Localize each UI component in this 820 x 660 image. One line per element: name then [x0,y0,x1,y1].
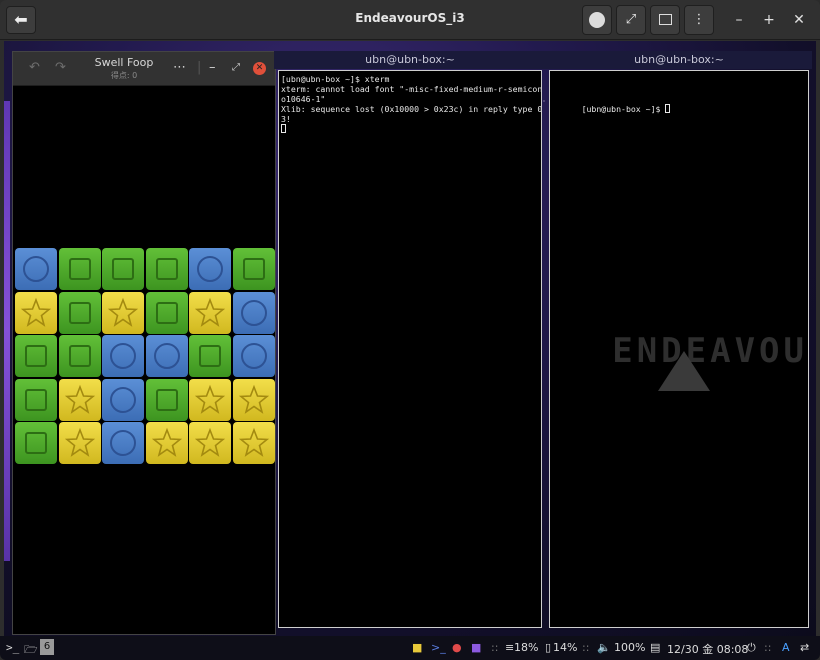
game-board[interactable] [14,248,276,468]
terminal-line: 3! [281,114,291,124]
score-label: 得点: 0 [110,71,138,80]
game-tile-green[interactable] [58,248,101,290]
minimize-button[interactable]: – [729,10,749,30]
folder-tray-icon[interactable]: ■ [471,641,481,654]
wallpaper-glow [4,101,10,561]
maximize-button[interactable]: + [759,10,779,30]
game-tile-blue[interactable] [102,335,144,377]
maximize-icon[interactable]: ⤢ [232,62,240,73]
datetime: 12/30 金 08:08 [667,643,749,656]
terminal-line: o10646-1" [281,94,326,104]
game-tile-blue[interactable] [232,335,275,377]
game-tile-yellow[interactable] [102,291,144,334]
terminal-line: Xlib: sequence lost (0x10000 > 0x23c) in… [281,104,542,114]
separator-icon: :: [491,641,499,654]
chat-icon[interactable]: ■ [412,641,422,654]
game-tile-green[interactable] [232,248,275,290]
power-icon[interactable]: ⏻ [747,641,756,655]
terminal-line: xterm: cannot load font "-misc-fixed-med… [281,84,542,94]
terminal-right[interactable]: ENDEAVOU [ubn@ubn-box ~]$ [549,70,809,628]
separator-icon: :: [764,641,772,654]
header-bar: ⬅ EndeavourOS_i3 ⤢ ⋮ – + ✕ [0,0,820,40]
terminal-left[interactable]: [ubn@ubn-box ~]$ xterm xterm: cannot load… [278,70,542,628]
workspace-indicator[interactable]: 6 [40,639,54,655]
game-tile-green[interactable] [15,422,57,464]
swell-foop-titlebar: ↶ ↷ Swell Foop 得点: 0 ⋯ | – ⤢ ✕ [13,52,275,86]
wallpaper-logo-text: ENDEAVOU [612,331,808,371]
folder-icon[interactable]: 🗁 [24,641,38,660]
record-icon [589,12,605,28]
game-tile-yellow[interactable] [189,378,231,421]
game-tile-yellow[interactable] [58,422,101,464]
game-tile-yellow[interactable] [15,291,57,334]
app-window: ⬅ EndeavourOS_i3 ⤢ ⋮ – + ✕ ↶ ↷ Swell Foo… [0,0,820,660]
swell-foop-window: ↶ ↷ Swell Foop 得点: 0 ⋯ | – ⤢ ✕ [12,51,276,635]
game-tile-green[interactable] [145,248,188,290]
close-icon[interactable]: ✕ [253,62,266,75]
input-method-indicator[interactable]: A [782,641,790,654]
game-tile-blue[interactable] [232,291,275,334]
calendar-icon: ▤ [650,641,661,654]
battery-level: 14% [553,641,578,654]
desktop: ↶ ↷ Swell Foop 得点: 0 ⋯ | – ⤢ ✕ ubn@ubn-b… [4,41,816,636]
game-tile-green[interactable] [102,248,144,290]
fullscreen-icon: ⤢ [625,12,637,27]
game-tile-blue[interactable] [102,422,144,464]
window-title: EndeavourOS_i3 [355,11,465,25]
shield-icon[interactable]: ● [452,641,462,654]
keyboard-icon [658,14,672,25]
close-button[interactable]: ✕ [789,10,809,30]
menu-icon: ⋮ [692,12,706,27]
volume-icon[interactable]: 🔈 [597,641,611,654]
swell-foop-title: Swell Foop [94,56,154,69]
game-tile-blue[interactable] [189,248,231,290]
redo-icon[interactable]: ↷ [55,60,66,75]
separator-icon: | [197,60,202,75]
battery-icon: ▯ [545,641,552,654]
game-tile-yellow[interactable] [189,422,231,464]
game-tile-green[interactable] [145,291,188,334]
status-bar: >_ 🗁 6 ■ >_ ● ■ :: ≡ 18% ▯ 14% :: 🔈 100%… [0,636,820,660]
game-tile-yellow[interactable] [145,422,188,464]
game-tile-yellow[interactable] [58,378,101,421]
separator-icon: :: [582,641,590,654]
cpu-icon: ≡ [505,641,515,654]
terminal-cursor [281,124,286,133]
terminal-line: [ubn@ubn-box ~]$ xterm [281,74,390,84]
game-tile-yellow[interactable] [232,378,275,421]
sync-icon[interactable]: ⇄ [800,641,809,654]
terminal-launcher-icon[interactable]: >_ [6,641,19,654]
back-arrow-icon: ⬅ [14,10,28,29]
undo-icon[interactable]: ↶ [29,60,40,75]
fullscreen-button[interactable]: ⤢ [616,5,646,35]
volume-level: 100% [614,641,646,654]
back-button[interactable]: ⬅ [6,6,36,34]
game-menu-icon[interactable]: ⋯ [173,60,186,75]
game-tile-yellow[interactable] [232,422,275,464]
game-tile-blue[interactable] [102,378,144,421]
menu-button[interactable]: ⋮ [684,5,714,35]
game-tile-green[interactable] [15,335,57,377]
game-tile-yellow[interactable] [189,291,231,334]
minimize-icon[interactable]: – [209,60,216,75]
terminal-tray-icon[interactable]: >_ [431,641,446,654]
game-tile-green[interactable] [189,335,231,377]
game-tile-green[interactable] [145,378,188,421]
terminal-right-prompt: [ubn@ubn-box ~]$ [581,104,666,114]
game-tile-blue[interactable] [145,335,188,377]
cpu-usage: 18% [514,641,539,654]
game-tile-blue[interactable] [15,248,57,290]
terminal-cursor [665,104,671,113]
game-tile-green[interactable] [58,335,101,377]
keyboard-button[interactable] [650,5,680,35]
terminal-right-title: ubn@ubn-box:~ [546,51,812,69]
terminal-left-title: ubn@ubn-box:~ [274,51,546,69]
game-tile-green[interactable] [15,378,57,421]
record-button[interactable] [582,5,612,35]
game-tile-green[interactable] [58,291,101,334]
